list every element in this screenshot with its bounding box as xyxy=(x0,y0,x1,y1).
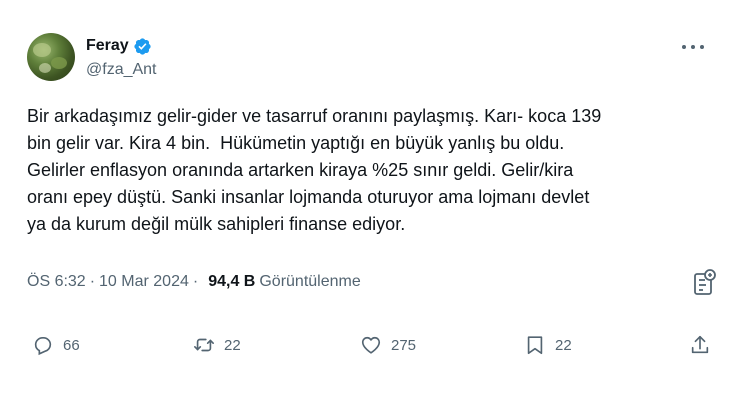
meta-separator: · xyxy=(89,273,96,290)
share-icon xyxy=(691,335,709,354)
author-display-name[interactable]: Feray xyxy=(86,37,129,55)
avatar[interactable] xyxy=(27,33,75,81)
views-count[interactable]: 94,4 B xyxy=(208,273,255,291)
bookmark-count: 22 xyxy=(555,336,572,354)
post-time[interactable]: ÖS 6:32 xyxy=(27,273,86,291)
repost-icon xyxy=(194,338,214,352)
post-text: Bir arkadaşımız gelir-gider ve tasarruf … xyxy=(27,106,602,234)
repost-count: 22 xyxy=(224,336,241,354)
post-meta: ÖS 6:32 · 10 Mar 2024 · 94,4 B Görüntüle… xyxy=(27,273,361,291)
tweet-header: Feray @fza_Ant xyxy=(27,33,718,83)
tweet-card: Feray @fza_Ant Bir arkadaşımız gelir-gid… xyxy=(0,0,730,420)
verified-badge-icon[interactable] xyxy=(133,37,152,56)
like-button[interactable]: 275 xyxy=(360,330,416,360)
meta-separator: · xyxy=(192,273,199,290)
reply-icon xyxy=(34,337,52,356)
share-button[interactable] xyxy=(689,330,711,360)
author-block: Feray @fza_Ant xyxy=(86,36,157,79)
reply-count: 66 xyxy=(63,336,80,354)
analytics-icon[interactable] xyxy=(693,268,717,296)
like-icon xyxy=(361,336,381,354)
bookmark-button[interactable]: 22 xyxy=(524,330,572,360)
bookmark-icon xyxy=(527,336,543,355)
reply-button[interactable]: 66 xyxy=(32,330,80,360)
post-date[interactable]: 10 Mar 2024 xyxy=(99,273,189,291)
more-icon[interactable] xyxy=(682,39,704,55)
author-handle[interactable]: @fza_Ant xyxy=(86,61,157,79)
repost-button[interactable]: 22 xyxy=(193,330,241,360)
like-count: 275 xyxy=(391,336,417,354)
action-bar: 66 22 275 22 xyxy=(27,330,717,360)
views-label[interactable]: Görüntülenme xyxy=(259,273,360,291)
